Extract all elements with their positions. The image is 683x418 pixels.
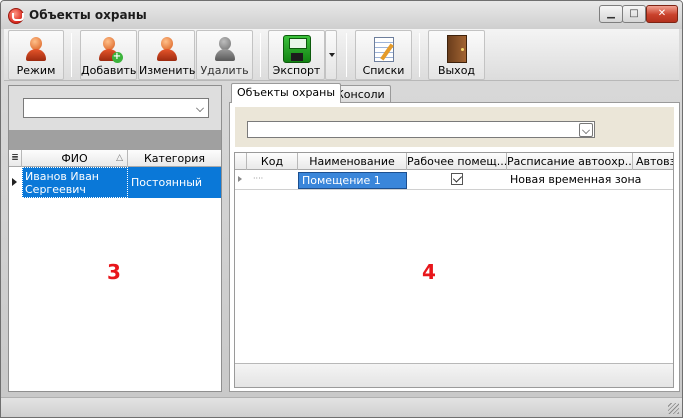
- add-label: Добавить: [81, 64, 137, 77]
- table-row[interactable]: ···· Помещение 1 Новая временная зона: [235, 171, 673, 190]
- person-edit-icon: [155, 37, 179, 63]
- person-icon: [24, 37, 48, 63]
- close-button[interactable]: ✕: [646, 5, 678, 23]
- workroom-checkbox[interactable]: [451, 173, 463, 185]
- annotation-left-panel: 3: [107, 260, 121, 284]
- toolbar-separator: [419, 33, 420, 77]
- minimize-button[interactable]: ▁: [599, 5, 623, 23]
- person-panel: ≣ ФИО △ Категория Иванов Иван Сергеевич …: [8, 85, 222, 392]
- toolbar-separator: [346, 33, 347, 77]
- column-fio-label: ФИО: [61, 152, 88, 165]
- mode-label: Режим: [16, 64, 56, 77]
- toolbar-separator: [71, 33, 72, 77]
- main-window: Объекты охраны ▁ □ ✕ Режим + Добавить Из…: [0, 0, 683, 418]
- objects-panel: Объекты охраны Консоли Код Наименование …: [229, 83, 680, 392]
- export-label: Экспорт: [272, 64, 321, 77]
- toolbar-separator: [260, 33, 261, 77]
- status-bar: [1, 397, 682, 417]
- app-shield-icon: [8, 8, 24, 24]
- close-icon: ✕: [657, 8, 667, 19]
- person-delete-icon: [213, 37, 237, 63]
- maximize-button[interactable]: □: [622, 5, 646, 23]
- cell-auto[interactable]: [633, 171, 673, 189]
- toolbar: Режим + Добавить Изменить Удалить Экспор…: [4, 29, 679, 81]
- column-header-workroom[interactable]: Рабочее помещ...: [407, 153, 507, 170]
- column-header-name[interactable]: Наименование: [298, 153, 407, 170]
- column-header-fio[interactable]: ФИО △: [22, 150, 128, 167]
- person-filter-area: [9, 86, 221, 130]
- column-header-schedule[interactable]: Расписание автоохр...: [507, 153, 633, 170]
- annotation-right-panel: 4: [422, 260, 436, 284]
- objects-tab-page: Код Наименование Рабочее помещ... Распис…: [229, 102, 680, 392]
- lists-button[interactable]: Списки: [355, 30, 412, 80]
- column-header-code[interactable]: Код: [247, 153, 298, 170]
- cell-name[interactable]: Помещение 1: [298, 172, 407, 189]
- cell-fio[interactable]: Иванов Иван Сергеевич: [22, 167, 128, 198]
- person-group-band: [9, 130, 221, 150]
- objects-grid: Код Наименование Рабочее помещ... Распис…: [234, 152, 674, 388]
- title-bar[interactable]: Объекты охраны ▁ □ ✕: [1, 1, 682, 29]
- add-button[interactable]: + Добавить: [80, 30, 137, 80]
- tab-objects[interactable]: Объекты охраны: [231, 83, 342, 103]
- maximize-icon: □: [629, 8, 639, 19]
- row-header-cell: [235, 153, 247, 170]
- person-add-icon: +: [97, 37, 123, 63]
- sort-arrow-icon: △: [116, 153, 123, 163]
- column-header-auto[interactable]: Автовз: [633, 153, 673, 170]
- cell-workroom[interactable]: [407, 171, 507, 189]
- minimize-icon: ▁: [607, 8, 615, 19]
- delete-button[interactable]: Удалить: [196, 30, 253, 80]
- chevron-down-icon: [196, 104, 204, 112]
- door-icon: [446, 35, 467, 63]
- person-filter-combo[interactable]: [23, 98, 209, 118]
- export-dropdown-button[interactable]: [325, 30, 337, 80]
- edit-button[interactable]: Изменить: [138, 30, 195, 80]
- cell-schedule[interactable]: Новая временная зона: [507, 171, 641, 189]
- row-pointer-icon: [238, 176, 242, 182]
- objects-grid-header: Код Наименование Рабочее помещ... Распис…: [235, 153, 673, 170]
- exit-button[interactable]: Выход: [428, 30, 485, 80]
- export-button[interactable]: Экспорт: [268, 30, 325, 80]
- person-grid-header: ≣ ФИО △ Категория: [9, 150, 221, 167]
- floppy-disk-icon: [282, 35, 311, 63]
- delete-label: Удалить: [200, 64, 249, 77]
- column-header-category[interactable]: Категория: [128, 150, 221, 167]
- window-title: Объекты охраны: [29, 8, 147, 22]
- edit-label: Изменить: [139, 64, 196, 77]
- objects-grid-footer: [235, 363, 673, 387]
- resize-grip-icon[interactable]: [668, 403, 679, 414]
- objects-filter-combo[interactable]: [247, 121, 595, 138]
- rows-menu-icon[interactable]: ≣: [9, 150, 22, 167]
- notepad-icon: [373, 37, 394, 62]
- row-pointer-icon: [12, 178, 17, 186]
- cell-code[interactable]: ····: [247, 171, 298, 189]
- objects-filter-area: [235, 107, 674, 147]
- table-row[interactable]: Иванов Иван Сергеевич Постоянный: [9, 167, 221, 198]
- mode-button[interactable]: Режим: [8, 30, 64, 80]
- cell-category[interactable]: Постоянный: [128, 167, 221, 198]
- exit-label: Выход: [437, 64, 476, 77]
- lists-label: Списки: [362, 64, 405, 77]
